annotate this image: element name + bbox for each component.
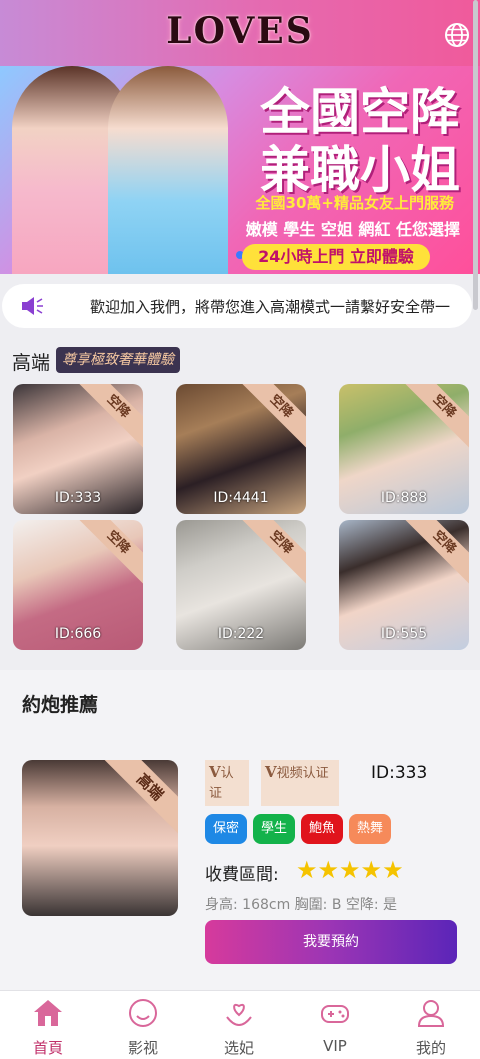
profile-card[interactable]: 空降 ID:4441 xyxy=(176,384,306,514)
verified-badge: V认证 xyxy=(205,760,249,806)
home-icon xyxy=(34,1000,62,1026)
video-verified-badge: V视频认证 xyxy=(261,760,339,806)
banner-model-photo xyxy=(108,66,228,274)
globe-icon[interactable] xyxy=(444,22,470,48)
section-title: 約炮推薦 xyxy=(22,694,99,716)
nav-label: 我的 xyxy=(415,1039,446,1057)
banner-subtitle: 全國30萬+精品女友上門服務 xyxy=(255,194,454,212)
section-title: 高端 xyxy=(12,352,51,374)
section-badge: 尊享極致奢華體驗 xyxy=(56,347,180,373)
card-id: ID:555 xyxy=(380,626,428,642)
notice-text: 歡迎加入我們，將帶您進入高潮模式一請繫好安全帶一 xyxy=(90,298,451,316)
card-id: ID:4441 xyxy=(213,490,269,506)
card-tag: 空降 xyxy=(71,384,143,454)
profile-tag: 熱舞 xyxy=(349,814,392,844)
card-tag: 空降 xyxy=(397,384,469,454)
nav-label: VIP xyxy=(323,1037,347,1055)
speaker-icon xyxy=(22,297,43,315)
banner-subtitle: 嫩模 學生 空姐 網紅 任您選擇 xyxy=(245,220,460,239)
fee-label: 收費區間: xyxy=(205,865,279,885)
notice-bar: 歡迎加入我們，將帶您進入高潮模式一請繫好安全帶一 xyxy=(2,284,472,328)
card-tag: 空降 xyxy=(234,520,306,590)
scrollbar[interactable] xyxy=(473,0,478,310)
nav-home[interactable]: 首頁 xyxy=(8,991,88,1059)
profile-card[interactable]: 空降 ID:888 xyxy=(339,384,469,514)
app-logo: LOVES xyxy=(166,10,314,52)
card-id: ID:333 xyxy=(54,490,102,506)
card-id: ID:666 xyxy=(54,626,102,642)
nav-label: 选妃 xyxy=(223,1039,254,1057)
bottom-nav: 首頁 影视 选妃 VIP 我的 xyxy=(0,990,480,1059)
profile-card[interactable]: 空降 ID:666 xyxy=(13,520,143,650)
card-id: ID:888 xyxy=(380,490,428,506)
profile-tag: 保密 xyxy=(205,814,248,844)
card-tag: 空降 xyxy=(397,520,469,590)
promo-banner[interactable]: 全國空降 兼職小姐 全國30萬+精品女友上門服務 嫩模 學生 空姐 網紅 任您選… xyxy=(0,66,480,274)
gamepad-icon xyxy=(321,1005,349,1023)
heart-hand-icon xyxy=(226,1003,252,1027)
profile-card[interactable]: 空降 ID:333 xyxy=(13,384,143,514)
card-tag: 空降 xyxy=(234,384,306,454)
nav-video[interactable]: 影视 xyxy=(103,991,183,1059)
top-header: LOVES xyxy=(0,0,480,66)
book-button[interactable]: 我要預約 xyxy=(205,920,457,964)
star-rating: ★★★★★ xyxy=(296,856,404,884)
profile-card[interactable]: 空降 ID:222 xyxy=(176,520,306,650)
smile-icon xyxy=(129,999,157,1027)
profile-tag: 鮑魚 xyxy=(301,814,344,844)
nav-label: 首頁 xyxy=(32,1039,63,1057)
profile-spec: 身高: 168cm 胸圍: B 空降: 是 xyxy=(205,897,398,913)
nav-select[interactable]: 选妃 xyxy=(199,991,279,1059)
photo-tag: 高端 xyxy=(96,760,178,841)
profile-tag: 學生 xyxy=(253,814,296,844)
nav-label: 影视 xyxy=(127,1039,158,1057)
recommend-photo[interactable]: 高端 xyxy=(22,760,178,916)
banner-cta[interactable]: 24小時上門 立即體驗 xyxy=(242,244,430,270)
nav-profile[interactable]: 我的 xyxy=(391,991,471,1059)
profile-id: ID:333 xyxy=(371,763,428,783)
nav-vip[interactable]: VIP xyxy=(295,991,375,1059)
card-id: ID:222 xyxy=(217,626,265,642)
app-screen: LOVES 全國空降 兼職小姐 全國30萬+精品女友上門服務 嫩模 學生 空姐 … xyxy=(0,0,480,1059)
user-icon xyxy=(417,1000,445,1027)
card-tag: 空降 xyxy=(71,520,143,590)
profile-card[interactable]: 空降 ID:555 xyxy=(339,520,469,650)
